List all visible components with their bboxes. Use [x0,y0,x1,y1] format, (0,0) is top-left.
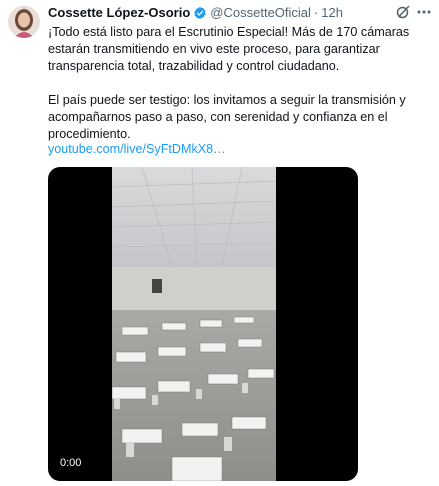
video-thumbnail [112,167,276,481]
tweet-header: Cossette López-Osorio @CossetteOficial ·… [48,4,431,22]
tweet: Cossette López-Osorio @CossetteOficial ·… [0,0,439,486]
author-handle[interactable]: @CossetteOficial [210,4,311,22]
author-name[interactable]: Cossette López-Osorio [48,4,190,22]
more-icon[interactable] [415,4,433,20]
tweet-text: ¡Todo está listo para el Escrutinio Espe… [48,24,428,143]
separator-dot: · [313,5,319,20]
video-player[interactable]: 0:00 [48,167,358,481]
tweet-time[interactable]: 12h [321,4,343,22]
tweet-paragraph: ¡Todo está listo para el Escrutinio Espe… [48,25,410,73]
avatar-photo [8,6,40,38]
youtube-link[interactable]: youtube.com/live/SyFtDMkX8… [48,141,226,158]
verified-badge-icon [193,6,207,20]
avatar[interactable] [8,6,40,38]
grok-icon[interactable] [395,4,411,20]
tweet-paragraph: El país puede ser testigo: los invitamos… [48,93,406,141]
video-timestamp: 0:00 [55,455,87,471]
